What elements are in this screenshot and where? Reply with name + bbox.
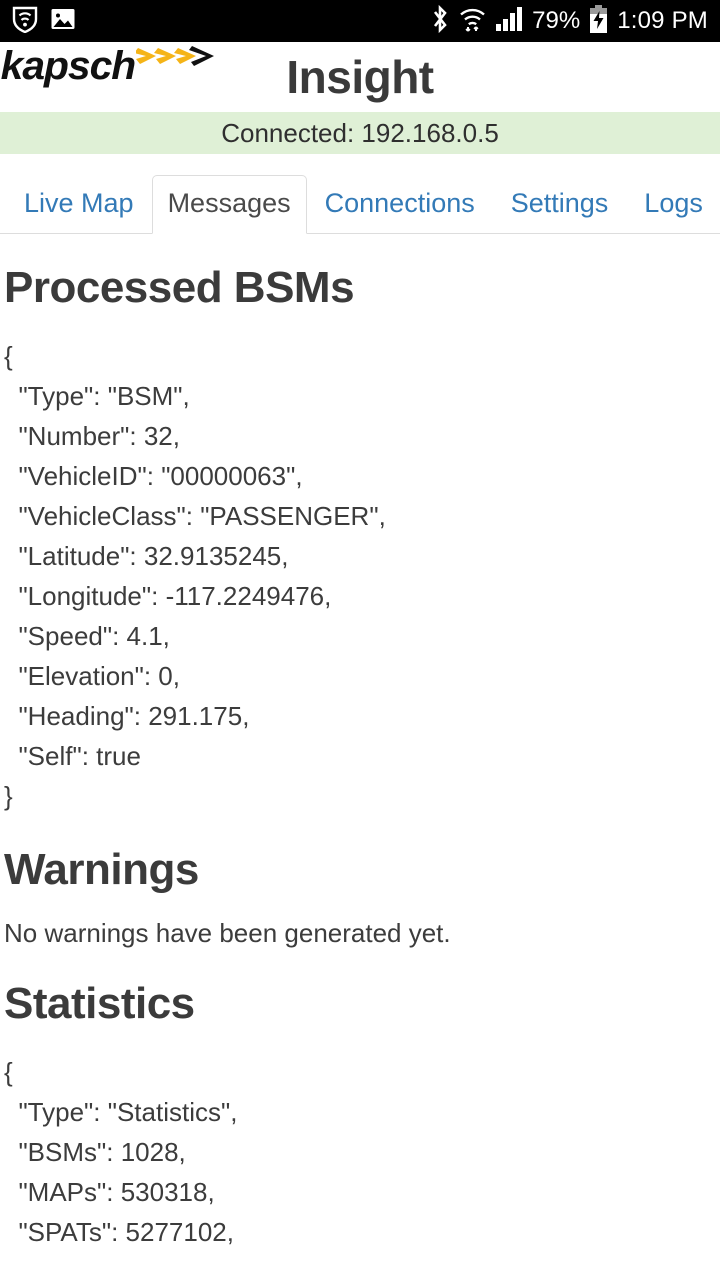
tab-live-map[interactable]: Live Map — [6, 181, 152, 234]
statistics-heading: Statistics — [4, 979, 195, 1028]
processed-bsms-json: { "Type": "BSM", "Number": 32, "VehicleI… — [4, 341, 386, 811]
android-status-bar: 79% 1:09 PM — [0, 0, 720, 42]
tab-messages[interactable]: Messages — [151, 175, 307, 234]
connection-status-text: Connected: 192.168.0.5 — [221, 117, 499, 148]
connection-status-banner: Connected: 192.168.0.5 — [0, 112, 720, 154]
battery-percent-label: 79% — [532, 7, 581, 34]
messages-panel: Processed BSMs { "Type": "BSM", "Number"… — [0, 266, 720, 1252]
page-title: Insight — [286, 51, 434, 103]
security-shield-icon — [12, 5, 38, 38]
warnings-empty-text: No warnings have been generated yet. — [4, 918, 451, 948]
tab-bar: Live Map Messages Connections Settings L… — [0, 154, 720, 234]
kapsch-chevrons-icon — [133, 42, 214, 77]
battery-charging-icon — [589, 4, 608, 38]
status-bar-right-icons: 79% 1:09 PM — [430, 4, 708, 39]
bluetooth-icon — [430, 4, 450, 39]
wifi-icon — [459, 5, 486, 38]
status-bar-clock: 1:09 PM — [617, 7, 708, 34]
kapsch-logo: kapsch — [0, 44, 214, 88]
screenshot-image-icon — [50, 6, 76, 37]
processed-bsms-heading: Processed BSMs — [4, 263, 355, 312]
tab-connections[interactable]: Connections — [307, 181, 493, 234]
tab-settings[interactable]: Settings — [493, 181, 627, 234]
app-header: kapsch Insight — [0, 42, 720, 112]
cellular-signal-icon — [495, 6, 523, 37]
statistics-json: { "Type": "Statistics", "BSMs": 1028, "M… — [4, 1057, 238, 1247]
warnings-heading: Warnings — [4, 845, 199, 894]
kapsch-logo-text: kapsch — [0, 44, 137, 88]
status-bar-left-icons — [12, 5, 76, 38]
tab-logs[interactable]: Logs — [626, 181, 720, 234]
